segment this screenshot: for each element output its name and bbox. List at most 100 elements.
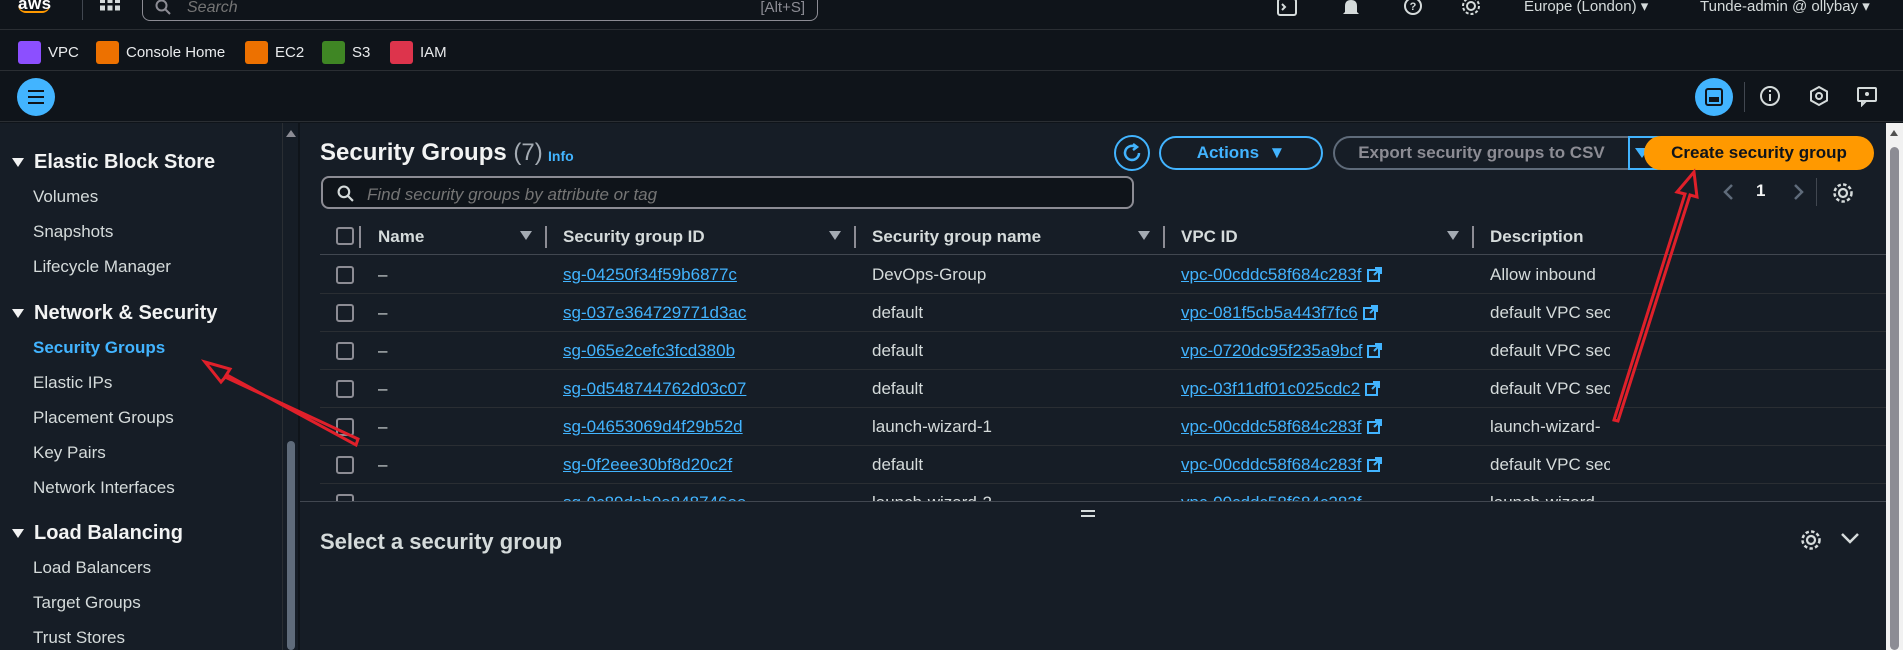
row-checkbox[interactable] (336, 304, 354, 322)
split-panel-settings-gear-icon[interactable] (1800, 529, 1822, 551)
scroll-up-arrow-icon[interactable] (1890, 130, 1898, 136)
page-scroll-thumb[interactable] (1890, 147, 1899, 650)
column-header-vpc-id[interactable]: VPC ID (1181, 227, 1238, 247)
favorite-s3[interactable]: S3 (322, 40, 370, 64)
table-row[interactable]: – sg-065e2cefc3fcd380b default vpc-0720d… (320, 332, 1886, 370)
side-navigation-toggle[interactable] (17, 78, 55, 116)
favorite-ec2[interactable]: EC2 (245, 40, 304, 64)
favorite-vpc[interactable]: VPC (18, 40, 79, 64)
services-grid-icon[interactable] (100, 0, 120, 18)
row-checkbox[interactable] (336, 380, 354, 398)
security-group-filter[interactable] (321, 176, 1134, 209)
vpc-id-link[interactable]: vpc-00cddc58f684c283f (1181, 265, 1382, 285)
vpc-id-link[interactable]: vpc-0720dc95f235a9bcf (1181, 341, 1383, 361)
security-group-id-link[interactable]: sg-04653069d4f29b52d (563, 417, 743, 437)
table-row[interactable]: – sg-037e364729771d3ac default vpc-081f5… (320, 294, 1886, 332)
security-group-id-link[interactable]: sg-0f2eee30bf8d20c2f (563, 455, 732, 475)
row-checkbox[interactable] (336, 266, 354, 284)
table-row[interactable]: – sg-0f2eee30bf8d20c2f default vpc-00cdd… (320, 446, 1886, 484)
table-row[interactable]: – sg-04653069d4f29b52d launch-wizard-1 v… (320, 408, 1886, 446)
sort-caret-icon[interactable] (520, 231, 532, 240)
column-divider (1472, 226, 1474, 248)
split-panel-divider[interactable] (300, 501, 1886, 502)
favorite-iam[interactable]: IAM (390, 40, 447, 64)
sort-caret-icon[interactable] (1447, 231, 1459, 240)
sidebar-item-snapshots[interactable]: Snapshots (33, 222, 113, 242)
row-checkbox[interactable] (336, 456, 354, 474)
sidebar-item-lifecycle-manager[interactable]: Lifecycle Manager (33, 257, 171, 277)
security-hub-icon[interactable] (1808, 85, 1830, 107)
refresh-button[interactable] (1114, 135, 1150, 171)
sidebar-item-network-interfaces[interactable]: Network Interfaces (33, 478, 175, 498)
global-search[interactable]: [Alt+S] (142, 0, 818, 21)
account-menu[interactable]: Tunde-admin @ ollybay ▾ (1700, 0, 1870, 15)
info-link[interactable]: Info (548, 148, 574, 164)
sidebar-scrollbar[interactable] (282, 123, 298, 650)
sidebar-item-security-groups[interactable]: Security Groups (33, 338, 165, 358)
table-row[interactable]: – sg-0c89dab9a848746ee launch-wizard-2 v… (320, 484, 1886, 501)
row-checkbox[interactable] (336, 494, 354, 501)
security-group-id-link[interactable]: sg-0d548744762d03c07 (563, 379, 746, 399)
column-header-name[interactable]: Name (378, 227, 424, 247)
page-scrollbar[interactable] (1886, 123, 1903, 650)
sidebar-item-placement-groups[interactable]: Placement Groups (33, 408, 174, 428)
caret-down-icon: ▼ (1268, 143, 1286, 162)
previous-page-icon[interactable] (1722, 183, 1734, 201)
security-group-id-link[interactable]: sg-037e364729771d3ac (563, 303, 746, 323)
nav-divider (82, 0, 83, 20)
current-page-number[interactable]: 1 (1756, 181, 1765, 201)
help-icon[interactable]: ? (1402, 0, 1424, 19)
sidebar-item-elastic-ips[interactable]: Elastic IPs (33, 373, 112, 393)
section-load-balancing[interactable]: Load Balancing (12, 522, 183, 545)
cloudshell-icon[interactable] (1276, 0, 1298, 19)
table-row[interactable]: – sg-0d548744762d03c07 default vpc-03f11… (320, 370, 1886, 408)
collapse-chevron-down-icon[interactable] (1840, 532, 1860, 546)
info-panel-icon[interactable] (1759, 85, 1781, 107)
sidebar-item-volumes[interactable]: Volumes (33, 187, 98, 207)
cell-security-group-name: launch-wizard-1 (872, 417, 992, 436)
notifications-bell-icon[interactable] (1340, 0, 1362, 19)
external-link-icon (1362, 305, 1378, 320)
external-link-icon (1366, 457, 1382, 472)
column-header-security-group-name[interactable]: Security group name (872, 227, 1041, 247)
column-header-security-group-id[interactable]: Security group ID (563, 227, 705, 247)
security-group-id-link[interactable]: sg-0c89dab9a848746ee (563, 493, 746, 501)
create-security-group-button[interactable]: Create security group (1644, 136, 1874, 170)
split-panel-toggle[interactable] (1695, 78, 1733, 116)
section-network-security[interactable]: Network & Security (12, 302, 217, 325)
feedback-icon[interactable] (1856, 85, 1878, 107)
favorite-console-home[interactable]: Console Home (96, 40, 225, 64)
aws-logo[interactable]: aws (18, 0, 52, 13)
column-divider (359, 226, 361, 248)
vpc-id-link[interactable]: vpc-00cddc58f684c283f (1181, 455, 1382, 475)
table-row[interactable]: – sg-04250f34f59b6877c DevOps-Group vpc-… (320, 256, 1886, 294)
next-page-icon[interactable] (1793, 183, 1805, 201)
row-checkbox[interactable] (336, 418, 354, 436)
column-header-description[interactable]: Description (1490, 227, 1584, 247)
sort-caret-icon[interactable] (1138, 231, 1150, 240)
filter-input[interactable] (367, 185, 1067, 205)
region-selector[interactable]: Europe (London) ▾ (1524, 0, 1648, 15)
global-search-input[interactable] (187, 0, 687, 17)
row-checkbox[interactable] (336, 342, 354, 360)
sidebar-item-target-groups[interactable]: Target Groups (33, 593, 141, 613)
vpc-id-link[interactable]: vpc-00cddc58f684c283f (1181, 417, 1382, 437)
settings-gear-icon[interactable] (1460, 0, 1482, 19)
table-preferences-gear-icon[interactable] (1832, 182, 1854, 204)
scroll-up-arrow-icon[interactable] (286, 130, 296, 137)
vpc-id-link[interactable]: vpc-00cddc58f684c283f (1181, 493, 1362, 501)
sort-caret-icon[interactable] (829, 231, 841, 240)
security-group-id-link[interactable]: sg-065e2cefc3fcd380b (563, 341, 735, 361)
section-elastic-block-store[interactable]: Elastic Block Store (12, 151, 215, 174)
sidebar-item-load-balancers[interactable]: Load Balancers (33, 558, 151, 578)
resize-handle-icon[interactable] (1081, 510, 1095, 520)
vpc-id-link[interactable]: vpc-03f11df01c025cdc2 (1181, 379, 1381, 399)
actions-dropdown-button[interactable]: Actions ▼ (1159, 136, 1323, 170)
export-csv-button[interactable]: Export security groups to CSV (1333, 136, 1630, 170)
select-all-checkbox[interactable] (336, 227, 354, 245)
sidebar-item-key-pairs[interactable]: Key Pairs (33, 443, 106, 463)
vpc-id-link[interactable]: vpc-081f5cb5a443f7fc6 (1181, 303, 1378, 323)
sidebar-scroll-thumb[interactable] (287, 441, 295, 650)
sidebar-item-trust-stores[interactable]: Trust Stores (33, 628, 125, 648)
security-group-id-link[interactable]: sg-04250f34f59b6877c (563, 265, 737, 285)
